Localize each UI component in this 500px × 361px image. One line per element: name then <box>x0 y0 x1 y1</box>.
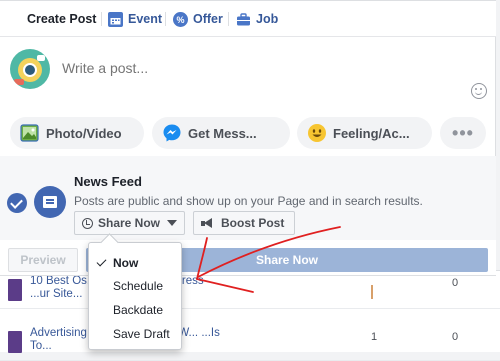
menu-item-backdate[interactable]: Backdate <box>89 298 183 322</box>
post-thumbnail <box>8 279 22 301</box>
stat-value: 1 <box>371 331 378 343</box>
tab-divider <box>228 12 229 26</box>
preview-button[interactable]: Preview <box>8 248 78 272</box>
messenger-icon <box>162 123 182 143</box>
chevron-down-icon <box>167 220 178 226</box>
background-post-table: 10 Best Os... ...um Plu Wordpress ...ur … <box>0 270 500 361</box>
tab-divider <box>165 12 166 26</box>
menu-item-save-draft[interactable]: Save Draft <box>89 322 183 346</box>
more-icon: ••• <box>452 123 474 143</box>
tab-event[interactable]: Event <box>108 1 162 37</box>
write-post-input[interactable] <box>62 60 442 76</box>
svg-text:%: % <box>176 15 184 25</box>
composer-tabs: Create Post Event % Offer Job <box>0 1 496 37</box>
share-options-menu: Now Schedule Backdate Save Draft <box>88 242 182 350</box>
share-now-dropdown[interactable]: Share Now <box>74 211 186 235</box>
table-row[interactable]: Advertising ...oogle Adsense W... ...Is … <box>0 323 500 361</box>
newsfeed-title: News Feed <box>74 174 142 189</box>
table-row[interactable]: 10 Best Os... ...um Plu Wordpress ...ur … <box>0 271 500 309</box>
newsfeed-icon <box>34 186 66 218</box>
tab-offer[interactable]: % Offer <box>173 1 223 37</box>
post-composer-screen: 10 Best Os... ...um Plu Wordpress ...ur … <box>0 0 500 361</box>
stat-value: 0 <box>452 277 459 289</box>
checkmark-icon <box>96 256 107 267</box>
boost-post-button[interactable]: Boost Post <box>193 211 295 235</box>
photo-icon <box>20 123 40 143</box>
emoji-icon <box>307 123 327 143</box>
tab-divider <box>101 12 102 26</box>
emoji-picker-icon[interactable] <box>471 83 487 99</box>
tab-create-post[interactable]: Create Post <box>27 1 96 37</box>
feeling-activity-button[interactable]: Feeling/Ac... <box>297 117 432 149</box>
offer-icon: % <box>173 11 188 27</box>
clock-icon <box>82 217 93 229</box>
more-options-button[interactable]: ••• <box>440 117 486 149</box>
photo-video-button[interactable]: Photo/Video <box>10 117 144 149</box>
composer-actions: Photo/Video Get Mess... Feeling/Ac... ••… <box>10 117 490 149</box>
stat-bar <box>371 285 373 299</box>
megaphone-icon <box>201 218 215 228</box>
get-messages-button[interactable]: Get Mess... <box>152 117 290 149</box>
newsfeed-checkbox[interactable] <box>7 193 27 213</box>
tab-job[interactable]: Job <box>236 1 278 37</box>
menu-item-now[interactable]: Now <box>89 251 183 275</box>
stat-value: 0 <box>452 331 459 343</box>
briefcase-icon <box>236 12 251 27</box>
newsfeed-description: Posts are public and show up on your Pag… <box>74 194 423 208</box>
post-thumbnail <box>8 331 22 353</box>
menu-item-schedule[interactable]: Schedule <box>89 274 183 298</box>
page-avatar[interactable] <box>10 49 50 89</box>
calendar-icon <box>108 11 123 27</box>
